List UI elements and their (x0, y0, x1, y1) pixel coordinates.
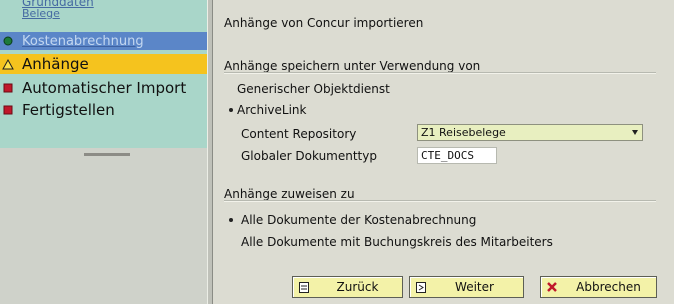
content-repository-value: Z1 Reisebelege (421, 126, 506, 139)
radio-archivelink[interactable] (227, 106, 235, 114)
nav-item-belege[interactable]: Belege (0, 7, 207, 22)
nav-item-kostenabrechnung[interactable]: Kostenabrechnung (0, 32, 207, 50)
radio-all-company-code-docs[interactable] (227, 238, 235, 246)
next-button[interactable]: Weiter (409, 276, 524, 298)
page-title: Anhänge von Concur importieren (224, 16, 424, 30)
cancel-button[interactable]: Abbrechen (540, 276, 657, 298)
content-repository-select[interactable]: Z1 Reisebelege (417, 124, 643, 141)
wizard-navigation: Grunddaten Belege Kostenabrechnung Anhän… (0, 0, 207, 304)
group-divider (224, 200, 656, 202)
back-button-label: Zurück (336, 280, 379, 294)
nav-item-anhaenge[interactable]: Anhänge (0, 54, 207, 74)
group-title-storage: Anhänge speichern unter Verwendung von (224, 59, 481, 73)
chevron-down-icon[interactable] (632, 130, 638, 135)
document-type-input[interactable]: CTE_DOCS (417, 147, 497, 164)
document-type-label: Globaler Dokumenttyp (241, 149, 377, 163)
main-panel: Anhänge von Concur importieren Anhänge s… (213, 0, 674, 304)
step-done-icon (2, 35, 14, 47)
nav-scrollbar[interactable] (84, 153, 130, 156)
group-title-assign: Anhänge zuweisen zu (224, 187, 355, 201)
warning-triangle-icon (2, 58, 14, 70)
step-tree: Grunddaten Belege Kostenabrechnung Anhän… (0, 0, 207, 148)
nav-item-automatischer-import[interactable]: Automatischer Import (0, 78, 207, 98)
back-button[interactable]: Zurück (292, 276, 403, 298)
step-pending-icon (2, 104, 14, 116)
group-divider (224, 72, 656, 74)
nav-item-label: Kostenabrechnung (22, 33, 144, 49)
radio-label-all-company-code-docs: Alle Dokumente mit Buchungskreis des Mit… (241, 235, 553, 249)
radio-label-archivelink: ArchiveLink (237, 103, 307, 117)
next-button-label: Weiter (455, 280, 494, 294)
radio-label-all-expense-report-docs: Alle Dokumente der Kostenabrechnung (241, 213, 477, 227)
cancel-button-label: Abbrechen (576, 280, 641, 294)
radio-generic-object-service[interactable] (227, 85, 235, 93)
nav-item-label: Automatischer Import (22, 79, 187, 97)
nav-item-label: Fertigstellen (22, 101, 115, 119)
nav-item-label: Belege (22, 7, 60, 20)
content-repository-label: Content Repository (241, 127, 357, 141)
step-pending-icon (2, 82, 14, 94)
radio-label-generic-object-service: Generischer Objektdienst (237, 82, 390, 96)
nav-item-label: Anhänge (22, 55, 89, 73)
nav-item-fertigstellen[interactable]: Fertigstellen (0, 100, 207, 120)
document-type-value: CTE_DOCS (421, 149, 474, 162)
radio-all-expense-report-docs[interactable] (227, 216, 235, 224)
